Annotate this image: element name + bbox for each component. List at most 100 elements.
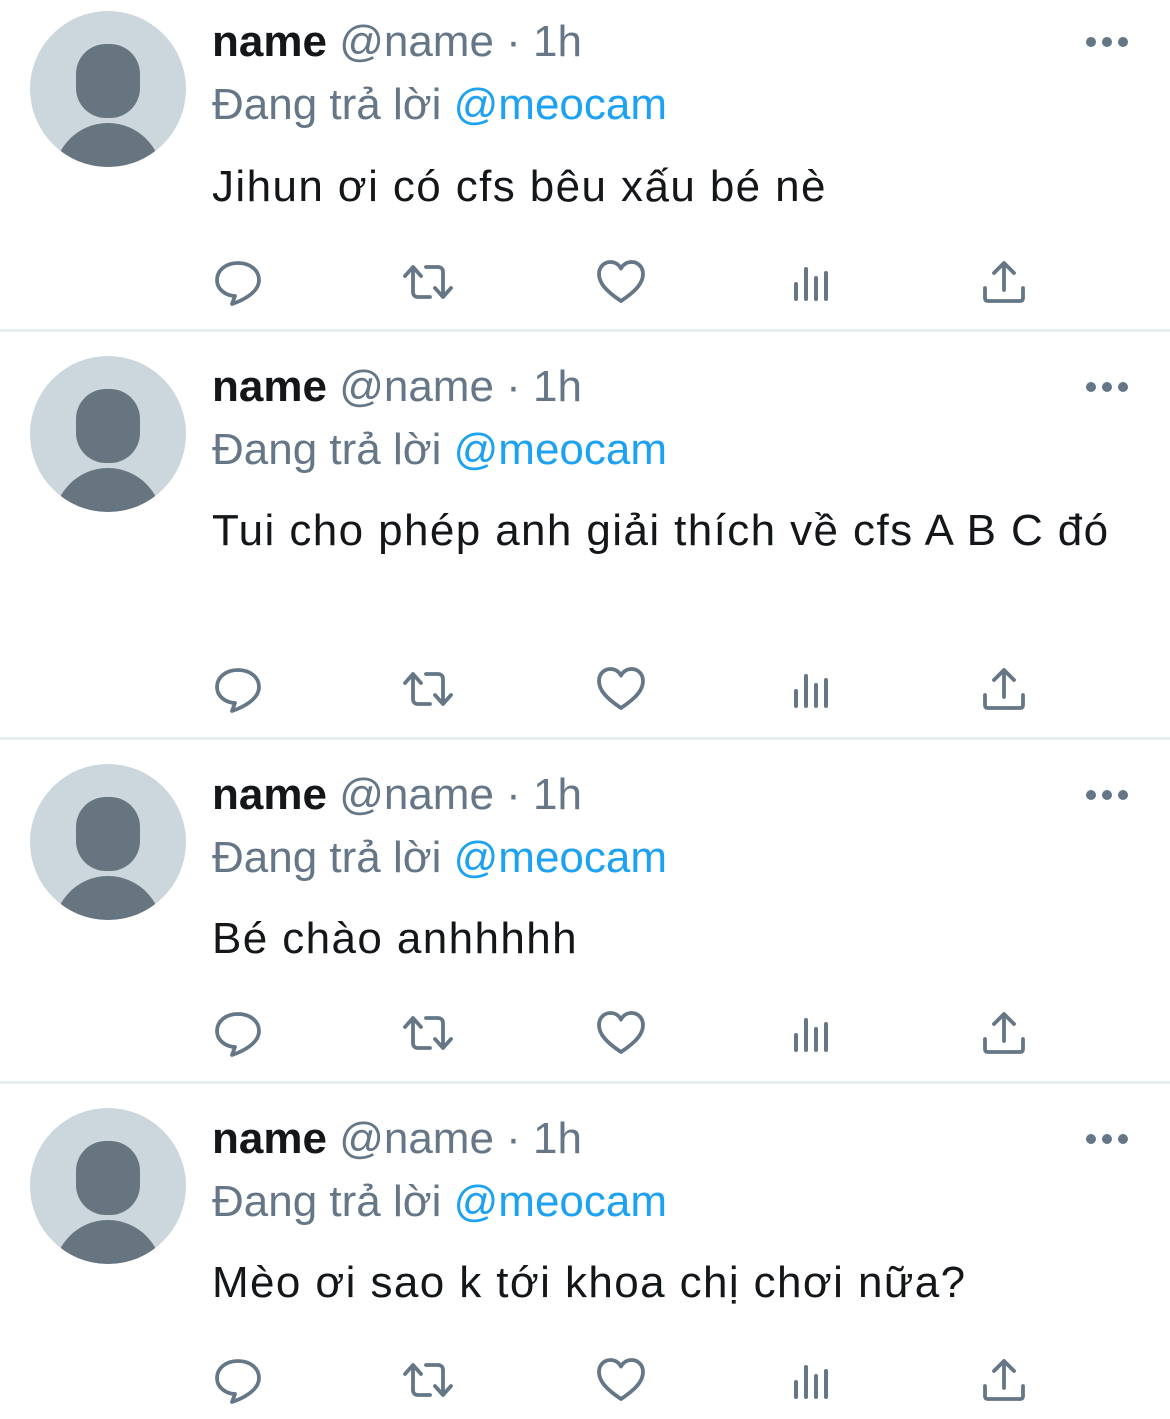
analytics-bars-icon <box>794 1018 828 1052</box>
retweet-button[interactable] <box>400 661 456 717</box>
avatar-head-shape <box>76 389 140 463</box>
mention-link[interactable]: @meocam <box>454 425 667 474</box>
mention-link[interactable]: @meocam <box>454 833 667 882</box>
analytics-button[interactable] <box>785 1352 841 1408</box>
analytics-bars-icon <box>794 674 828 708</box>
display-name[interactable]: name <box>212 17 327 66</box>
replying-to-label: Đang trả lời <box>212 80 442 129</box>
share-button[interactable] <box>976 1005 1032 1061</box>
tweet-header: name @name · 1h <box>212 359 582 415</box>
reply-button[interactable] <box>210 661 266 717</box>
share-upload-icon <box>983 1359 1025 1401</box>
more-button[interactable] <box>1084 377 1130 397</box>
share-upload-icon <box>983 261 1025 303</box>
header-separator: · <box>506 770 521 819</box>
avatar-body-shape <box>54 876 162 920</box>
share-upload-icon <box>983 668 1025 710</box>
tweet-time[interactable]: 1h <box>533 770 582 819</box>
avatar[interactable] <box>30 11 186 167</box>
more-horizontal-icon <box>1086 1134 1128 1144</box>
action-bar <box>205 1005 1045 1061</box>
reply-bubble-icon <box>215 261 261 306</box>
more-button[interactable] <box>1084 785 1130 805</box>
tweet-time[interactable]: 1h <box>533 1114 582 1163</box>
replying-to: Đang trả lời @meocam <box>212 830 667 886</box>
avatar-head-shape <box>76 44 140 118</box>
reply-button[interactable] <box>210 1005 266 1061</box>
tweet[interactable]: name @name · 1h Đang trả lời @meocam Jih… <box>0 0 1170 330</box>
more-horizontal-icon <box>1086 37 1128 47</box>
retweet-icon <box>403 1363 453 1397</box>
more-button[interactable] <box>1084 32 1130 52</box>
tweet-text: Mèo ơi sao k tới khoa chị chơi nữa? <box>212 1258 967 1307</box>
avatar[interactable] <box>30 356 186 512</box>
share-button[interactable] <box>976 661 1032 717</box>
header-separator: · <box>506 362 521 411</box>
retweet-button[interactable] <box>400 1005 456 1061</box>
tweet-header: name @name · 1h <box>212 767 582 823</box>
analytics-button[interactable] <box>785 254 841 310</box>
action-bar <box>205 254 1045 310</box>
tweet[interactable]: name @name · 1h Đang trả lời @meocam Bé … <box>0 753 1170 1081</box>
like-button[interactable] <box>593 1352 649 1408</box>
replying-to: Đang trả lời @meocam <box>212 422 667 478</box>
analytics-button[interactable] <box>785 661 841 717</box>
analytics-bars-icon <box>794 1365 828 1399</box>
avatar-head-shape <box>76 797 140 871</box>
tweet-header: name @name · 1h <box>212 14 582 70</box>
replying-to: Đang trả lời @meocam <box>212 1174 667 1230</box>
user-handle[interactable]: @name <box>339 17 494 66</box>
user-handle[interactable]: @name <box>339 770 494 819</box>
tweet[interactable]: name @name · 1h Đang trả lời @meocam Mèo… <box>0 1097 1170 1419</box>
share-button[interactable] <box>976 1352 1032 1408</box>
tweet-text: Jihun ơi có cfs bêu xấu bé nè <box>212 162 827 211</box>
heart-icon <box>597 260 645 303</box>
replying-to: Đang trả lời @meocam <box>212 77 667 133</box>
tweet-time[interactable]: 1h <box>533 17 582 66</box>
divider <box>0 737 1170 740</box>
user-handle[interactable]: @name <box>339 362 494 411</box>
user-handle[interactable]: @name <box>339 1114 494 1163</box>
tweet[interactable]: name @name · 1h Đang trả lời @meocam Tui… <box>0 345 1170 737</box>
reply-bubble-icon <box>215 668 261 713</box>
tweet-time[interactable]: 1h <box>533 362 582 411</box>
mention-link[interactable]: @meocam <box>454 1177 667 1226</box>
tweet-text: Tui cho phép anh giải thích về cfs A B C… <box>212 506 1110 555</box>
like-button[interactable] <box>593 661 649 717</box>
header-separator: · <box>506 1114 521 1163</box>
avatar[interactable] <box>30 1108 186 1264</box>
replying-to-label: Đang trả lời <box>212 1177 442 1226</box>
retweet-button[interactable] <box>400 1352 456 1408</box>
action-bar <box>205 1352 1045 1408</box>
like-button[interactable] <box>593 1005 649 1061</box>
tweet-header: name @name · 1h <box>212 1111 582 1167</box>
retweet-icon <box>403 672 453 706</box>
avatar-head-shape <box>76 1141 140 1215</box>
tweet-text: Bé chào anhhhhh <box>212 914 578 963</box>
heart-icon <box>597 667 645 710</box>
analytics-button[interactable] <box>785 1005 841 1061</box>
mention-link[interactable]: @meocam <box>454 80 667 129</box>
replying-to-label: Đang trả lời <box>212 833 442 882</box>
divider <box>0 1081 1170 1084</box>
avatar[interactable] <box>30 764 186 920</box>
like-button[interactable] <box>593 254 649 310</box>
action-bar <box>205 661 1045 717</box>
display-name[interactable]: name <box>212 362 327 411</box>
reply-bubble-icon <box>215 1012 261 1057</box>
heart-icon <box>597 1358 645 1401</box>
share-button[interactable] <box>976 254 1032 310</box>
avatar-body-shape <box>54 123 162 167</box>
display-name[interactable]: name <box>212 770 327 819</box>
heart-icon <box>597 1011 645 1054</box>
retweet-icon <box>403 1016 453 1050</box>
analytics-bars-icon <box>794 267 828 301</box>
avatar-body-shape <box>54 1220 162 1264</box>
reply-button[interactable] <box>210 1352 266 1408</box>
retweet-button[interactable] <box>400 254 456 310</box>
avatar-body-shape <box>54 468 162 512</box>
display-name[interactable]: name <box>212 1114 327 1163</box>
reply-button[interactable] <box>210 254 266 310</box>
more-button[interactable] <box>1084 1129 1130 1149</box>
retweet-icon <box>403 265 453 299</box>
